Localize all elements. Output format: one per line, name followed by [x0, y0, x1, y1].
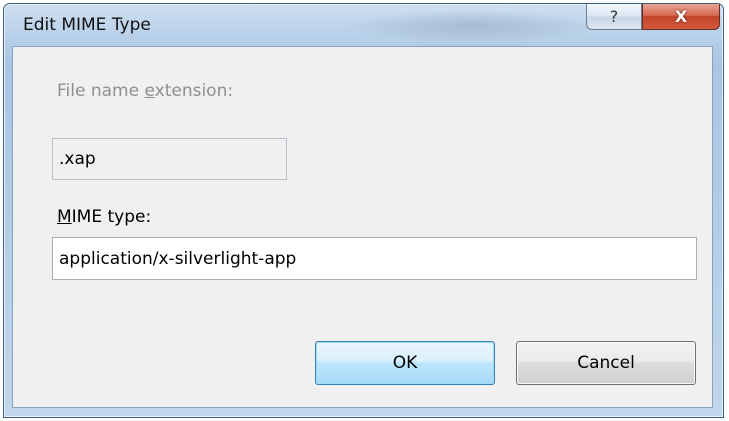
mime-type-value: application/x-silverlight-app [59, 248, 297, 269]
dialog-body: File name extension: .xap MIME type: app… [12, 46, 713, 408]
close-x-icon: X [674, 7, 688, 26]
file-name-extension-value: .xap [59, 149, 96, 169]
title-bar[interactable]: Edit MIME Type ? X [4, 4, 723, 46]
help-button[interactable]: ? [586, 4, 642, 30]
mime-type-label: MIME type: [57, 207, 152, 227]
question-mark-icon: ? [609, 7, 619, 26]
ok-button[interactable]: OK [315, 341, 495, 385]
ok-button-label: OK [392, 353, 418, 373]
background-window-ghost [342, 9, 602, 43]
dialog-title: Edit MIME Type [23, 15, 151, 35]
file-name-extension-field: .xap [52, 138, 287, 180]
mime-type-input[interactable]: application/x-silverlight-app [52, 237, 697, 280]
edit-mime-type-dialog: Edit MIME Type ? X File name extension: … [3, 3, 724, 418]
close-button[interactable]: X [642, 4, 720, 30]
cancel-button-label: Cancel [577, 353, 635, 373]
cancel-button[interactable]: Cancel [516, 341, 696, 385]
file-name-extension-label: File name extension: [57, 81, 234, 101]
